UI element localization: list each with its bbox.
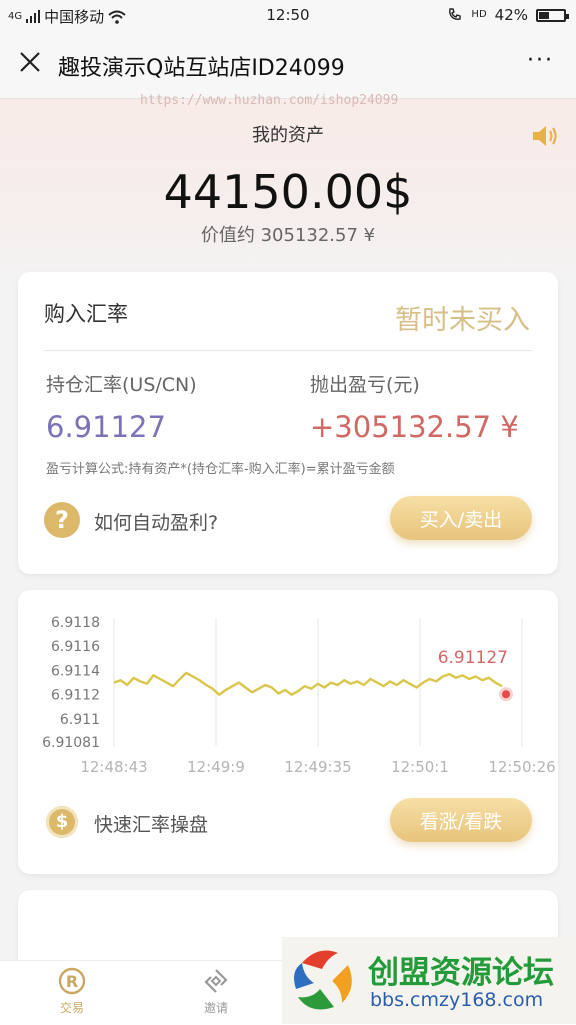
hd-label: HD (471, 9, 487, 20)
profit-loss-label: 抛出盈亏(元) (310, 374, 420, 396)
quick-trade-label: 快速汇率操盘 (94, 814, 209, 836)
hd-call-icon (449, 8, 462, 20)
tab-label: 邀请 (203, 1001, 228, 1015)
chart-card: 12:48:43 12:49:9 12:49:35 12:50:1 12:50:26 6.… (18, 590, 558, 874)
link-icon (204, 969, 228, 993)
svg-text:R: R (66, 972, 78, 991)
buy-sell-button[interactable]: 买入/卖出 (390, 496, 532, 540)
watermark-text: https://www.huzhan.com/ishop24099 (140, 93, 399, 108)
assets-amount: 44150.00$ (163, 165, 413, 219)
forum-name: 创盟资源论坛 (368, 955, 554, 991)
tab-trade[interactable]: R 交易 (42, 967, 102, 1016)
profit-loss-value: +305132.57 ¥ (310, 410, 519, 444)
forum-ad-banner[interactable]: 创盟资源论坛 bbs.cmzy168.com (282, 937, 576, 1024)
x-tick-label: 12:50:1 (391, 758, 449, 776)
y-tick-label: 6.9112 (51, 688, 100, 704)
question-icon[interactable]: ? (44, 502, 80, 538)
assets-header: https://www.huzhan.com/ishop24099 我的资产 4… (0, 93, 576, 279)
formula-text: 盈亏计算公式:持有资产*(持仓汇率-购入汇率)=累计盈亏金额 (46, 462, 395, 477)
y-tick-label: 6.9118 (51, 615, 100, 631)
forum-url: bbs.cmzy168.com (370, 989, 544, 1011)
x-tick-label: 12:48:43 (80, 758, 147, 776)
close-icon[interactable] (18, 50, 42, 74)
last-point-marker (502, 690, 510, 699)
page-title: 趣投演示Q站互站店ID24099 (58, 56, 345, 81)
nav-bar: 趣投演示Q站互站店ID24099 ··· (0, 30, 576, 99)
speaker-icon[interactable] (530, 123, 560, 149)
x-tick-label: 12:50:26 (488, 758, 555, 776)
divider (44, 350, 532, 351)
tab-label: 交易 (59, 1001, 84, 1015)
hold-rate-label: 持仓汇率(US/CN) (46, 374, 197, 396)
y-tick-label: 6.9116 (51, 639, 100, 655)
auto-profit-link[interactable]: 如何自动盈利? (94, 508, 218, 535)
forum-logo-icon (294, 950, 352, 1010)
battery-percent: 42% (494, 6, 528, 24)
y-tick-label: 6.911 (60, 712, 100, 728)
registered-icon: R (58, 967, 86, 995)
y-tick-label: 6.9114 (51, 663, 100, 679)
series-line (113, 671, 503, 696)
more-menu-button[interactable]: ··· (527, 48, 554, 73)
tab-invite[interactable]: 邀请 (186, 967, 246, 1016)
dollar-coin-icon: $ (46, 806, 78, 838)
assets-label: 我的资产 (252, 125, 324, 146)
buy-status: 暂时未买入 (395, 305, 530, 336)
y-tick-label: 6.91081 (42, 735, 100, 751)
rate-line-chart: 12:48:43 12:49:9 12:49:35 12:50:1 12:50:26 6.… (42, 615, 556, 776)
x-tick-label: 12:49:9 (187, 758, 245, 776)
hold-rate-value: 6.91127 (46, 410, 166, 444)
rate-card: 购入汇率 暂时未买入 持仓汇率(US/CN) 抛出盈亏(元) 6.91127 +… (18, 272, 558, 574)
assets-value-cny: 价值约 305132.57 ¥ (200, 225, 376, 246)
buy-rate-label: 购入汇率 (44, 302, 128, 326)
x-tick-label: 12:49:35 (284, 758, 351, 776)
status-bar: 4G 中国移动 12:50 HD 42% (0, 0, 576, 30)
rise-fall-button[interactable]: 看涨/看跌 (390, 798, 532, 842)
last-value-label: 6.91127 (438, 648, 508, 668)
battery-icon (536, 8, 569, 22)
